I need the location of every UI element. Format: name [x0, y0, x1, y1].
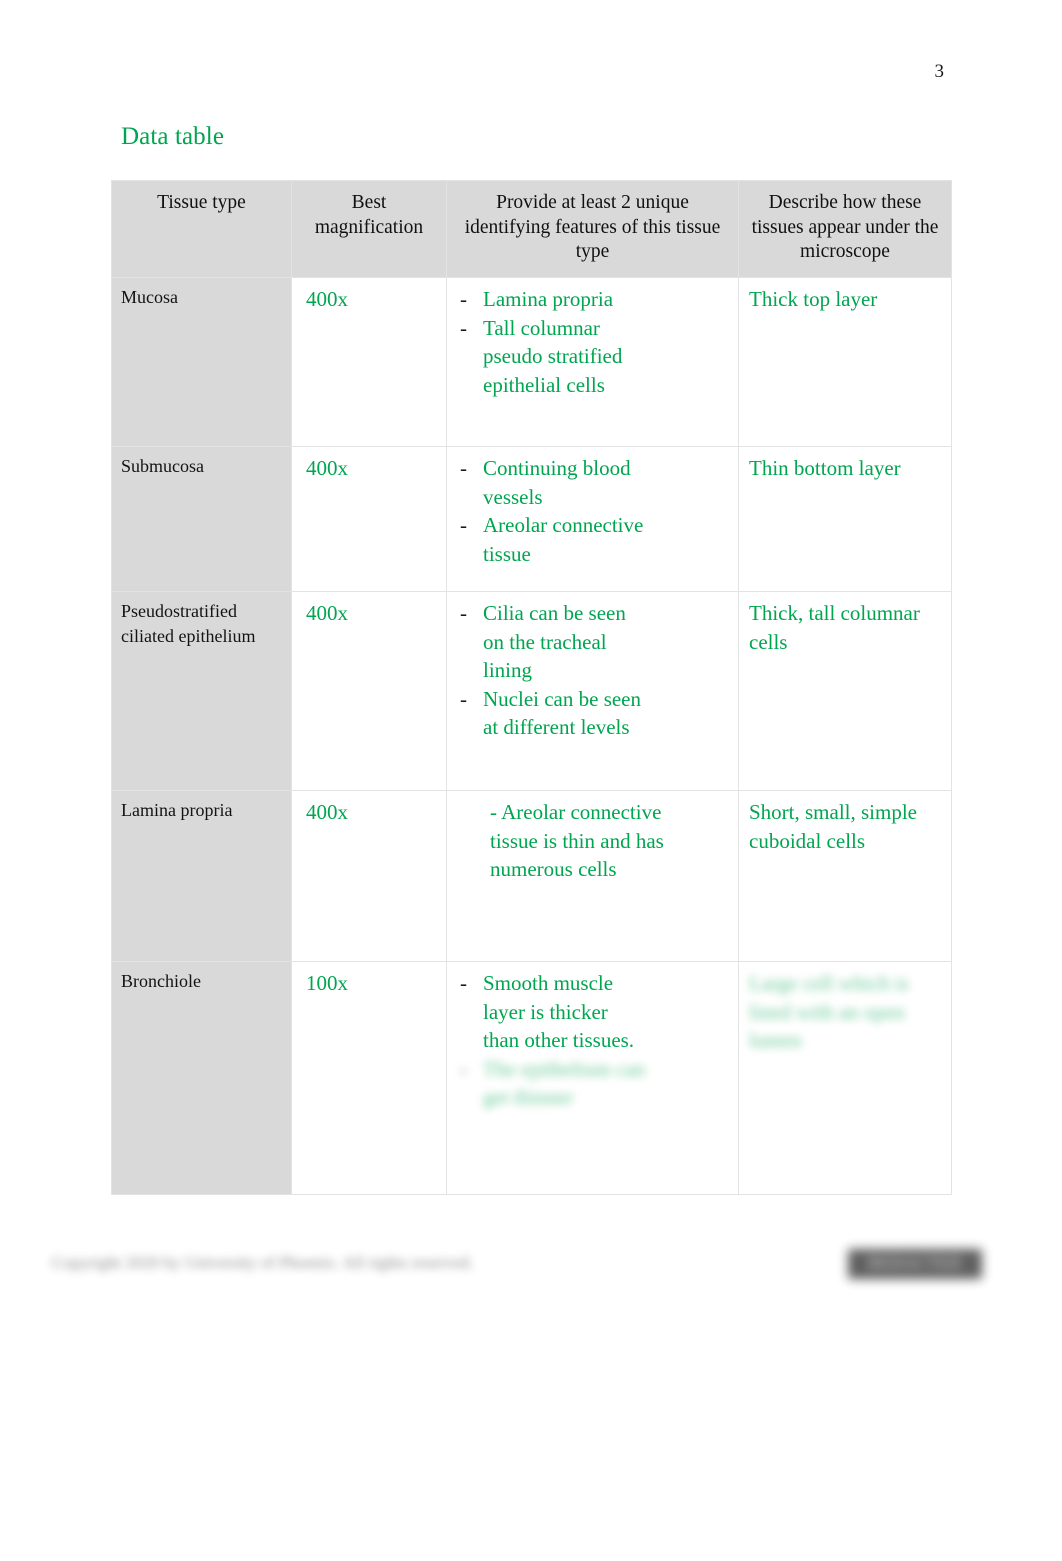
page-title: Data table — [121, 123, 225, 150]
feature-list-item: - Areolar connective tissue — [453, 511, 732, 568]
column-header-microscope-appearance-label: Describe how these tissues appear under … — [751, 192, 939, 262]
cell-microscope-appearance: Thick, tall columnar cells — [738, 591, 952, 791]
feature-list: - Continuing blood vessels - Areolar connec… — [453, 454, 732, 568]
feature-text: Nuclei can be seen at different levels — [483, 686, 642, 740]
document-page: 3 Data table Tissue type Best magnificat… — [0, 0, 1062, 1561]
bullet-dash-icon: - — [460, 971, 467, 995]
feature-text: - Areolar connective tissue is thin and … — [490, 800, 664, 882]
bullet-dash-icon: - — [460, 513, 467, 538]
microscope-appearance-content: Large cell which is lined with an open l… — [739, 962, 951, 1063]
footer-badge: REDACTED — [848, 1249, 982, 1279]
feature-list-item: - Smooth muscle layer is thicker than ot… — [453, 969, 732, 1055]
cell-tissue-type: Pseudostratified ciliated epithelium — [111, 591, 292, 791]
microscope-appearance-value: Thick, tall columnar cells — [749, 601, 920, 654]
microscope-appearance-content: Short, small, simple cuboidal cells — [739, 791, 951, 863]
column-header-identifying-features-label: Provide at least 2 unique identifying fe… — [464, 192, 721, 262]
cell-microscope-appearance: Short, small, simple cuboidal cells — [738, 790, 952, 962]
identifying-features-content: - Areolar connective tissue is thin and … — [447, 791, 738, 892]
feature-list-item: - Continuing blood vessels — [453, 454, 732, 511]
table-row: Submucosa 400x - Continuing blood vessels - A… — [111, 446, 952, 592]
microscope-appearance-content: Thick top layer — [739, 278, 951, 322]
feature-list-item-blurred: - The epithelium can get thinner — [453, 1055, 732, 1112]
tissue-type-value: Lamina propria — [121, 800, 233, 820]
identifying-features-content: - Cilia can be seen on the tracheal linin… — [447, 592, 738, 750]
cell-tissue-type: Submucosa — [111, 446, 292, 592]
page-footer: Copyright 2020 by University of Phoenix.… — [0, 1243, 1062, 1303]
feature-list-item: - Lamina propria — [453, 285, 732, 314]
column-header-tissue-type: Tissue type — [111, 180, 292, 278]
microscope-appearance-content: Thin bottom layer — [739, 447, 951, 491]
table-header-row: Tissue type Best magnification Provide a… — [111, 180, 952, 278]
cell-microscope-appearance: Thin bottom layer — [738, 446, 952, 592]
cell-microscope-appearance: Thick top layer — [738, 277, 952, 447]
column-header-best-magnification-label: Best magnification — [314, 192, 424, 238]
best-magnification-value: 400x — [306, 287, 348, 311]
feature-text: Continuing blood vessels — [483, 456, 631, 509]
table-row: Mucosa 400x - Lamina propria - Tall columnar … — [111, 277, 952, 447]
cell-best-magnification: 400x — [291, 790, 447, 962]
identifying-features-content: - Lamina propria - Tall columnar pseudo str… — [447, 278, 738, 407]
cell-best-magnification: 400x — [291, 277, 447, 447]
bullet-dash-icon: - — [460, 601, 467, 625]
best-magnification-value: 400x — [306, 800, 348, 824]
microscope-appearance-value-blurred: Large cell which is lined with an open l… — [749, 971, 909, 1053]
tissue-type-value: Bronchiole — [121, 971, 201, 991]
table-row: Pseudostratified ciliated epithelium 400x… — [111, 591, 952, 791]
cell-tissue-type: Mucosa — [111, 277, 292, 447]
footer-copyright: Copyright 2020 by University of Phoenix.… — [52, 1253, 474, 1272]
data-table-container: Tissue type Best magnification Provide a… — [111, 180, 952, 1195]
cell-identifying-features: - Lamina propria - Tall columnar pseudo str… — [446, 277, 739, 447]
cell-tissue-type: Bronchiole — [111, 961, 292, 1195]
bullet-dash-icon: - — [460, 287, 467, 311]
tissue-type-value: Pseudostratified ciliated epithelium — [121, 601, 256, 646]
feature-list: - Cilia can be seen on the tracheal linin… — [453, 599, 732, 742]
feature-text: Smooth muscle layer is thicker than othe… — [483, 971, 635, 1053]
feature-list: - Lamina propria - Tall columnar pseudo str… — [453, 285, 732, 399]
microscope-appearance-value: Short, small, simple cuboidal cells — [749, 800, 917, 853]
column-header-microscope-appearance: Describe how these tissues appear under … — [738, 180, 952, 278]
cell-best-magnification: 100x — [291, 961, 447, 1195]
bullet-dash-icon: - — [460, 686, 467, 711]
cell-microscope-appearance: Large cell which is lined with an open l… — [738, 961, 952, 1195]
feature-list-item: - Tall columnar pseudo stratified epithel… — [453, 314, 732, 400]
page-number: 3 — [934, 61, 945, 82]
table-row: Bronchiole 100x - Smooth muscle layer is t… — [111, 961, 952, 1195]
cell-identifying-features: - Continuing blood vessels - Areolar connec… — [446, 446, 739, 592]
table-body: Mucosa 400x - Lamina propria - Tall columnar … — [111, 277, 952, 1195]
feature-list-item: - Nuclei can be seen at different levels — [453, 685, 732, 742]
cell-identifying-features: - Cilia can be seen on the tracheal linin… — [446, 591, 739, 791]
tissue-type-value: Mucosa — [121, 287, 178, 307]
column-header-best-magnification: Best magnification — [291, 180, 447, 278]
tissue-type-value: Submucosa — [121, 456, 204, 476]
bullet-dash-icon: - — [460, 1056, 467, 1081]
column-header-identifying-features: Provide at least 2 unique identifying fe… — [446, 180, 739, 278]
best-magnification-value: 400x — [306, 456, 348, 480]
bullet-dash-icon: - — [460, 315, 467, 340]
best-magnification-value: 100x — [306, 971, 348, 995]
feature-text: Lamina propria — [483, 287, 614, 311]
microscope-appearance-value: Thin bottom layer — [749, 456, 901, 480]
feature-text-blurred: The epithelium can get thinner — [483, 1056, 646, 1110]
cell-identifying-features: - Smooth muscle layer is thicker than ot… — [446, 961, 739, 1195]
data-table: Tissue type Best magnification Provide a… — [111, 180, 952, 1195]
feature-list: - Smooth muscle layer is thicker than ot… — [453, 969, 732, 1112]
identifying-features-content: - Continuing blood vessels - Areolar connec… — [447, 447, 738, 576]
feature-text: Cilia can be seen on the tracheal lining — [483, 601, 626, 683]
cell-identifying-features: - Areolar connective tissue is thin and … — [446, 790, 739, 962]
cell-tissue-type: Lamina propria — [111, 790, 292, 962]
feature-list-item: - Cilia can be seen on the tracheal linin… — [453, 599, 732, 685]
feature-text: Areolar connective tissue — [483, 513, 644, 566]
cell-best-magnification: 400x — [291, 446, 447, 592]
table-row: Lamina propria 400x - Areolar connective t… — [111, 790, 952, 962]
identifying-features-content: - Smooth muscle layer is thicker than ot… — [447, 962, 738, 1120]
column-header-tissue-type-label: Tissue type — [157, 192, 246, 213]
cell-best-magnification: 400x — [291, 591, 447, 791]
microscope-appearance-value: Thick top layer — [749, 287, 878, 311]
feature-text: Tall columnar pseudo stratified epitheli… — [483, 315, 623, 397]
bullet-dash-icon: - — [460, 456, 467, 480]
microscope-appearance-content: Thick, tall columnar cells — [739, 592, 951, 664]
best-magnification-value: 400x — [306, 601, 348, 625]
